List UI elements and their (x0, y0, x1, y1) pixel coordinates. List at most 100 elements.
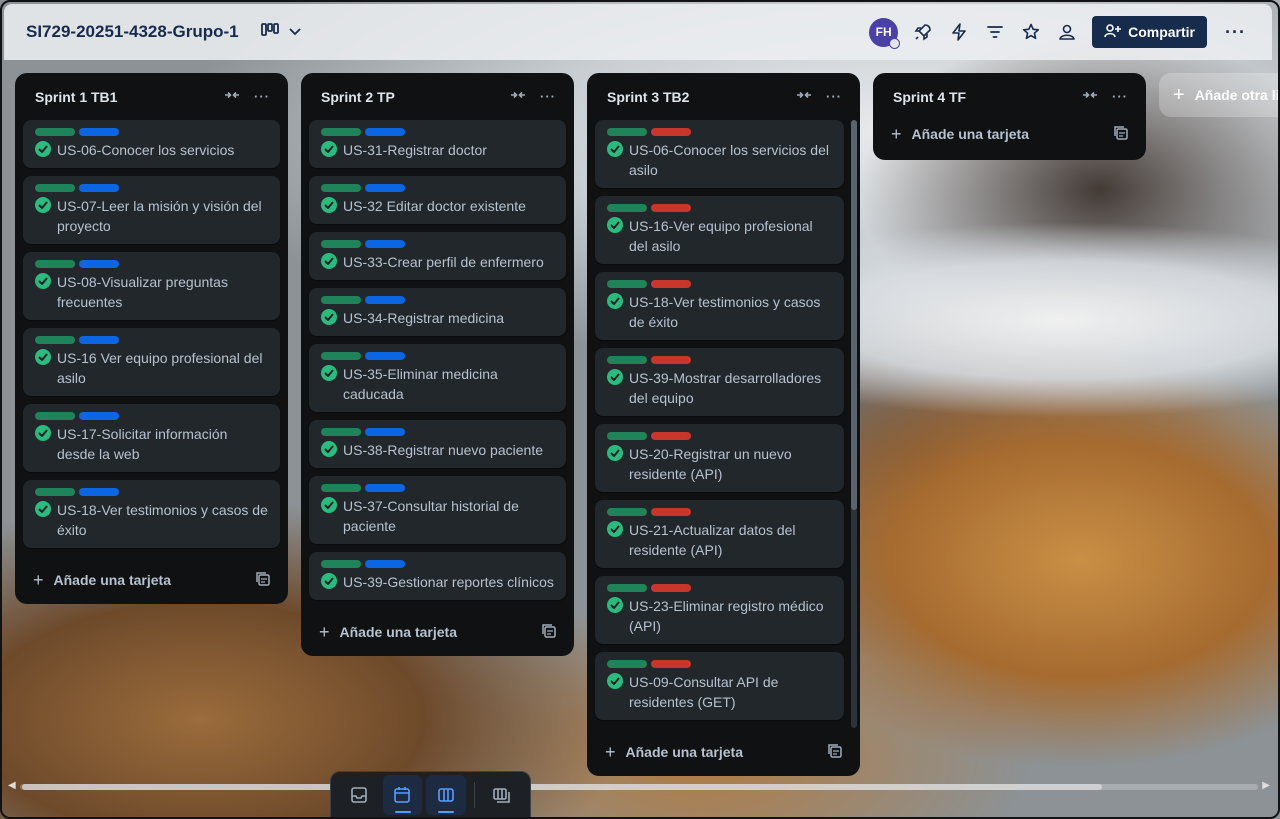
inbox-button[interactable] (339, 775, 379, 815)
label-red[interactable] (651, 128, 691, 136)
label-green[interactable] (607, 432, 647, 440)
card[interactable]: US-18-Ver testimonios y casos de éxito (23, 480, 280, 548)
horizontal-scrollbar[interactable]: ◀ ▶ (8, 780, 1270, 794)
card-labels[interactable] (607, 204, 832, 212)
card[interactable]: US-39-Gestionar reportes clínicos (309, 552, 566, 600)
complete-check-icon[interactable] (321, 309, 337, 325)
complete-check-icon[interactable] (321, 573, 337, 589)
complete-check-icon[interactable] (607, 521, 623, 537)
star-icon[interactable] (1020, 21, 1042, 43)
board-button[interactable] (426, 775, 466, 815)
card[interactable]: US-34-Registrar medicina (309, 288, 566, 336)
label-green[interactable] (321, 428, 361, 436)
label-green[interactable] (321, 484, 361, 492)
label-green[interactable] (607, 356, 647, 364)
label-red[interactable] (651, 660, 691, 668)
card[interactable]: US-37-Consultar historial de paciente (309, 476, 566, 544)
card[interactable]: US-20-Registrar un nuevo residente (API) (595, 424, 844, 492)
label-green[interactable] (321, 240, 361, 248)
card-labels[interactable] (607, 508, 832, 516)
collapse-list-icon[interactable] (224, 89, 240, 104)
view-switcher[interactable] (260, 22, 301, 42)
complete-check-icon[interactable] (321, 365, 337, 381)
card[interactable]: US-35-Eliminar medicina caducada (309, 344, 566, 412)
card[interactable]: US-09-Consultar API de residentes (GET) (595, 652, 844, 720)
label-red[interactable] (651, 432, 691, 440)
list-menu-icon[interactable]: ··· (540, 89, 556, 104)
complete-check-icon[interactable] (321, 141, 337, 157)
add-card-button[interactable]: + Añade una tarjeta (595, 728, 852, 776)
card-labels[interactable] (35, 336, 268, 344)
lightning-icon[interactable] (948, 21, 970, 43)
complete-check-icon[interactable] (35, 273, 51, 289)
complete-check-icon[interactable] (35, 349, 51, 365)
list-header[interactable]: Sprint 2 TP ··· (309, 73, 566, 120)
label-blue[interactable] (365, 484, 405, 492)
card-labels[interactable] (321, 240, 554, 248)
label-blue[interactable] (365, 560, 405, 568)
complete-check-icon[interactable] (607, 597, 623, 613)
label-blue[interactable] (79, 184, 119, 192)
card-labels[interactable] (35, 412, 268, 420)
label-green[interactable] (35, 488, 75, 496)
card-labels[interactable] (35, 184, 268, 192)
collapse-list-icon[interactable] (1082, 89, 1098, 104)
list-title[interactable]: Sprint 4 TF (893, 89, 1068, 105)
list-header[interactable]: Sprint 3 TB2 ··· (595, 73, 852, 120)
card-labels[interactable] (321, 296, 554, 304)
board-title[interactable]: SI729-20251-4328-Grupo-1 (26, 22, 239, 42)
label-green[interactable] (321, 128, 361, 136)
card[interactable]: US-39-Mostrar desarrolladores del equipo (595, 348, 844, 416)
card-labels[interactable] (321, 560, 554, 568)
list-title[interactable]: Sprint 1 TB1 (35, 89, 210, 105)
label-red[interactable] (651, 356, 691, 364)
list-menu-icon[interactable]: ··· (826, 89, 842, 104)
list-scrollbar[interactable] (851, 120, 857, 728)
card-template-icon[interactable] (542, 623, 556, 641)
planner-button[interactable] (382, 775, 422, 815)
card[interactable]: US-21-Actualizar datos del residente (AP… (595, 500, 844, 568)
complete-check-icon[interactable] (321, 197, 337, 213)
label-blue[interactable] (365, 352, 405, 360)
card-labels[interactable] (321, 128, 554, 136)
label-green[interactable] (321, 352, 361, 360)
card-labels[interactable] (607, 432, 832, 440)
rocket-icon[interactable] (912, 21, 934, 43)
card-labels[interactable] (35, 488, 268, 496)
scroll-left-icon[interactable]: ◀ (8, 780, 16, 791)
more-menu-button[interactable]: ··· (1221, 22, 1250, 43)
collapse-list-icon[interactable] (510, 89, 526, 104)
list-menu-icon[interactable]: ··· (1112, 89, 1128, 104)
complete-check-icon[interactable] (35, 501, 51, 517)
label-blue[interactable] (79, 128, 119, 136)
complete-check-icon[interactable] (35, 141, 51, 157)
label-red[interactable] (651, 584, 691, 592)
card[interactable]: US-08-Visualizar preguntas frecuentes (23, 252, 280, 320)
label-red[interactable] (651, 508, 691, 516)
card-template-icon[interactable] (256, 571, 270, 589)
card-labels[interactable] (321, 352, 554, 360)
card[interactable]: US-33-Crear perfil de enfermero (309, 232, 566, 280)
label-green[interactable] (321, 296, 361, 304)
card[interactable]: US-32 Editar doctor existente (309, 176, 566, 224)
complete-check-icon[interactable] (607, 673, 623, 689)
scroll-right-icon[interactable]: ▶ (1262, 780, 1270, 791)
label-green[interactable] (35, 184, 75, 192)
complete-check-icon[interactable] (607, 141, 623, 157)
label-blue[interactable] (79, 488, 119, 496)
list-title[interactable]: Sprint 3 TB2 (607, 89, 782, 105)
label-green[interactable] (35, 128, 75, 136)
card-labels[interactable] (607, 356, 832, 364)
add-card-button[interactable]: + Añade una tarjeta (881, 114, 1138, 154)
label-green[interactable] (607, 204, 647, 212)
label-green[interactable] (321, 560, 361, 568)
add-card-button[interactable]: + Añade una tarjeta (309, 608, 566, 656)
label-green[interactable] (35, 412, 75, 420)
filter-icon[interactable] (984, 21, 1006, 43)
list-header[interactable]: Sprint 4 TF ··· (881, 73, 1138, 120)
list-menu-icon[interactable]: ··· (254, 89, 270, 104)
label-blue[interactable] (79, 260, 119, 268)
complete-check-icon[interactable] (607, 369, 623, 385)
switch-boards-button[interactable] (482, 775, 522, 815)
label-blue[interactable] (365, 296, 405, 304)
